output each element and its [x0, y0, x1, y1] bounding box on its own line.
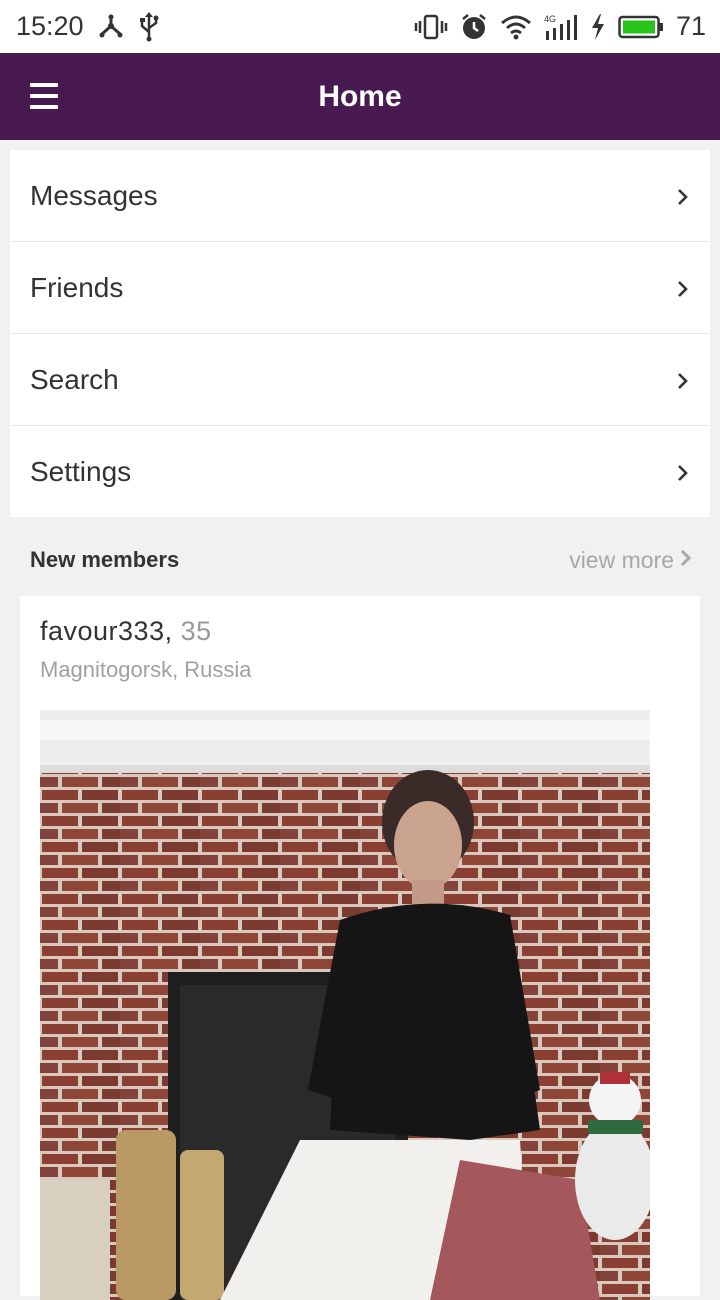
menu-item-label: Messages	[30, 179, 158, 211]
status-time: 15:20	[16, 11, 84, 41]
member-name-line: favour333, 35	[40, 616, 680, 647]
member-age: 35	[180, 616, 212, 646]
menu-item-label: Search	[30, 363, 119, 395]
chevron-right-icon	[676, 279, 690, 304]
section-heading: New members	[30, 547, 180, 572]
menu-item-messages[interactable]: Messages	[10, 150, 710, 242]
page-title: Home	[318, 79, 402, 113]
signal-4g-icon: 4G	[544, 13, 578, 41]
menu-item-friends[interactable]: Friends	[10, 242, 710, 334]
app-bar: Home	[0, 53, 720, 140]
menu-item-label: Settings	[30, 455, 132, 487]
chevron-right-icon	[676, 463, 690, 488]
view-more-label: view more	[569, 546, 674, 573]
battery-level: 71	[675, 11, 706, 41]
battery-icon	[618, 14, 664, 40]
hamburger-menu-icon[interactable]	[30, 83, 58, 109]
charging-icon	[590, 13, 606, 40]
status-bar: 15:20 4G 71	[0, 0, 720, 53]
member-username: favour333,	[40, 616, 173, 646]
member-photo[interactable]	[40, 710, 650, 1300]
view-more-link[interactable]: view more	[569, 547, 692, 574]
svg-text:4G: 4G	[544, 14, 556, 24]
menu-item-search[interactable]: Search	[10, 334, 710, 426]
chevron-right-icon	[676, 371, 690, 396]
chevron-right-icon	[680, 547, 692, 574]
chevron-right-icon	[676, 187, 690, 212]
member-location: Magnitogorsk, Russia	[40, 657, 252, 682]
vibrate-icon	[414, 14, 448, 40]
member-card[interactable]: favour333, 35 Magnitogorsk, Russia	[20, 596, 700, 1300]
menu-item-settings[interactable]: Settings	[10, 426, 710, 517]
menu-item-label: Friends	[30, 271, 124, 303]
alarm-icon	[460, 13, 488, 41]
home-menu-list: Messages Friends Search Settings	[10, 150, 710, 517]
usb-icon	[138, 11, 160, 42]
usb-debug-icon	[98, 14, 124, 40]
new-members-header: New members view more	[30, 540, 692, 580]
wifi-icon	[500, 14, 532, 40]
